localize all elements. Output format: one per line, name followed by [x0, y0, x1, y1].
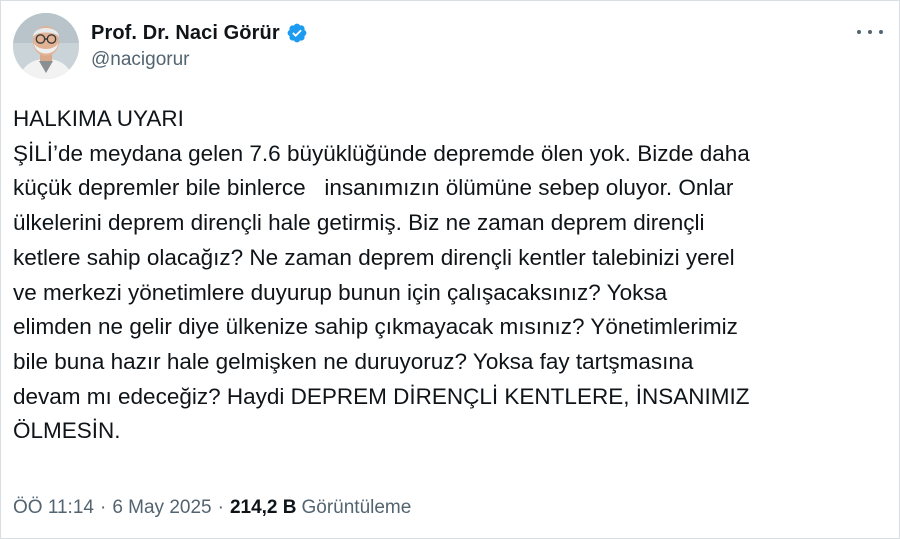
more-options-icon[interactable]: [857, 19, 883, 45]
tweet-card: Prof. Dr. Naci Görür @nacigorur HALKIMA …: [0, 0, 900, 539]
tweet-meta: ÖÖ 11:14 · 6 May 2025 · 214,2 B Görüntül…: [13, 497, 411, 519]
more-dot: [868, 30, 872, 34]
views-label: Görüntüleme: [301, 497, 412, 518]
author-display-name[interactable]: Prof. Dr. Naci Görür: [91, 22, 280, 45]
more-dot: [879, 30, 883, 34]
meta-separator: ·: [99, 497, 107, 518]
avatar[interactable]: [13, 13, 79, 79]
views-count: 214,2 B: [229, 497, 297, 518]
avatar-image: [13, 13, 79, 79]
meta-separator: ·: [217, 497, 224, 518]
author-handle[interactable]: @nacigorur: [91, 49, 190, 71]
tweet-text: HALKIMA UYARI ŞİLİ’de meydana gelen 7.6 …: [13, 106, 750, 444]
author-name-row: Prof. Dr. Naci Görür: [91, 18, 308, 48]
tweet-date[interactable]: 6 May 2025: [112, 497, 211, 519]
more-dot: [857, 30, 861, 34]
verified-badge-icon[interactable]: [286, 22, 308, 44]
tweet-time[interactable]: ÖÖ 11:14: [13, 497, 94, 519]
